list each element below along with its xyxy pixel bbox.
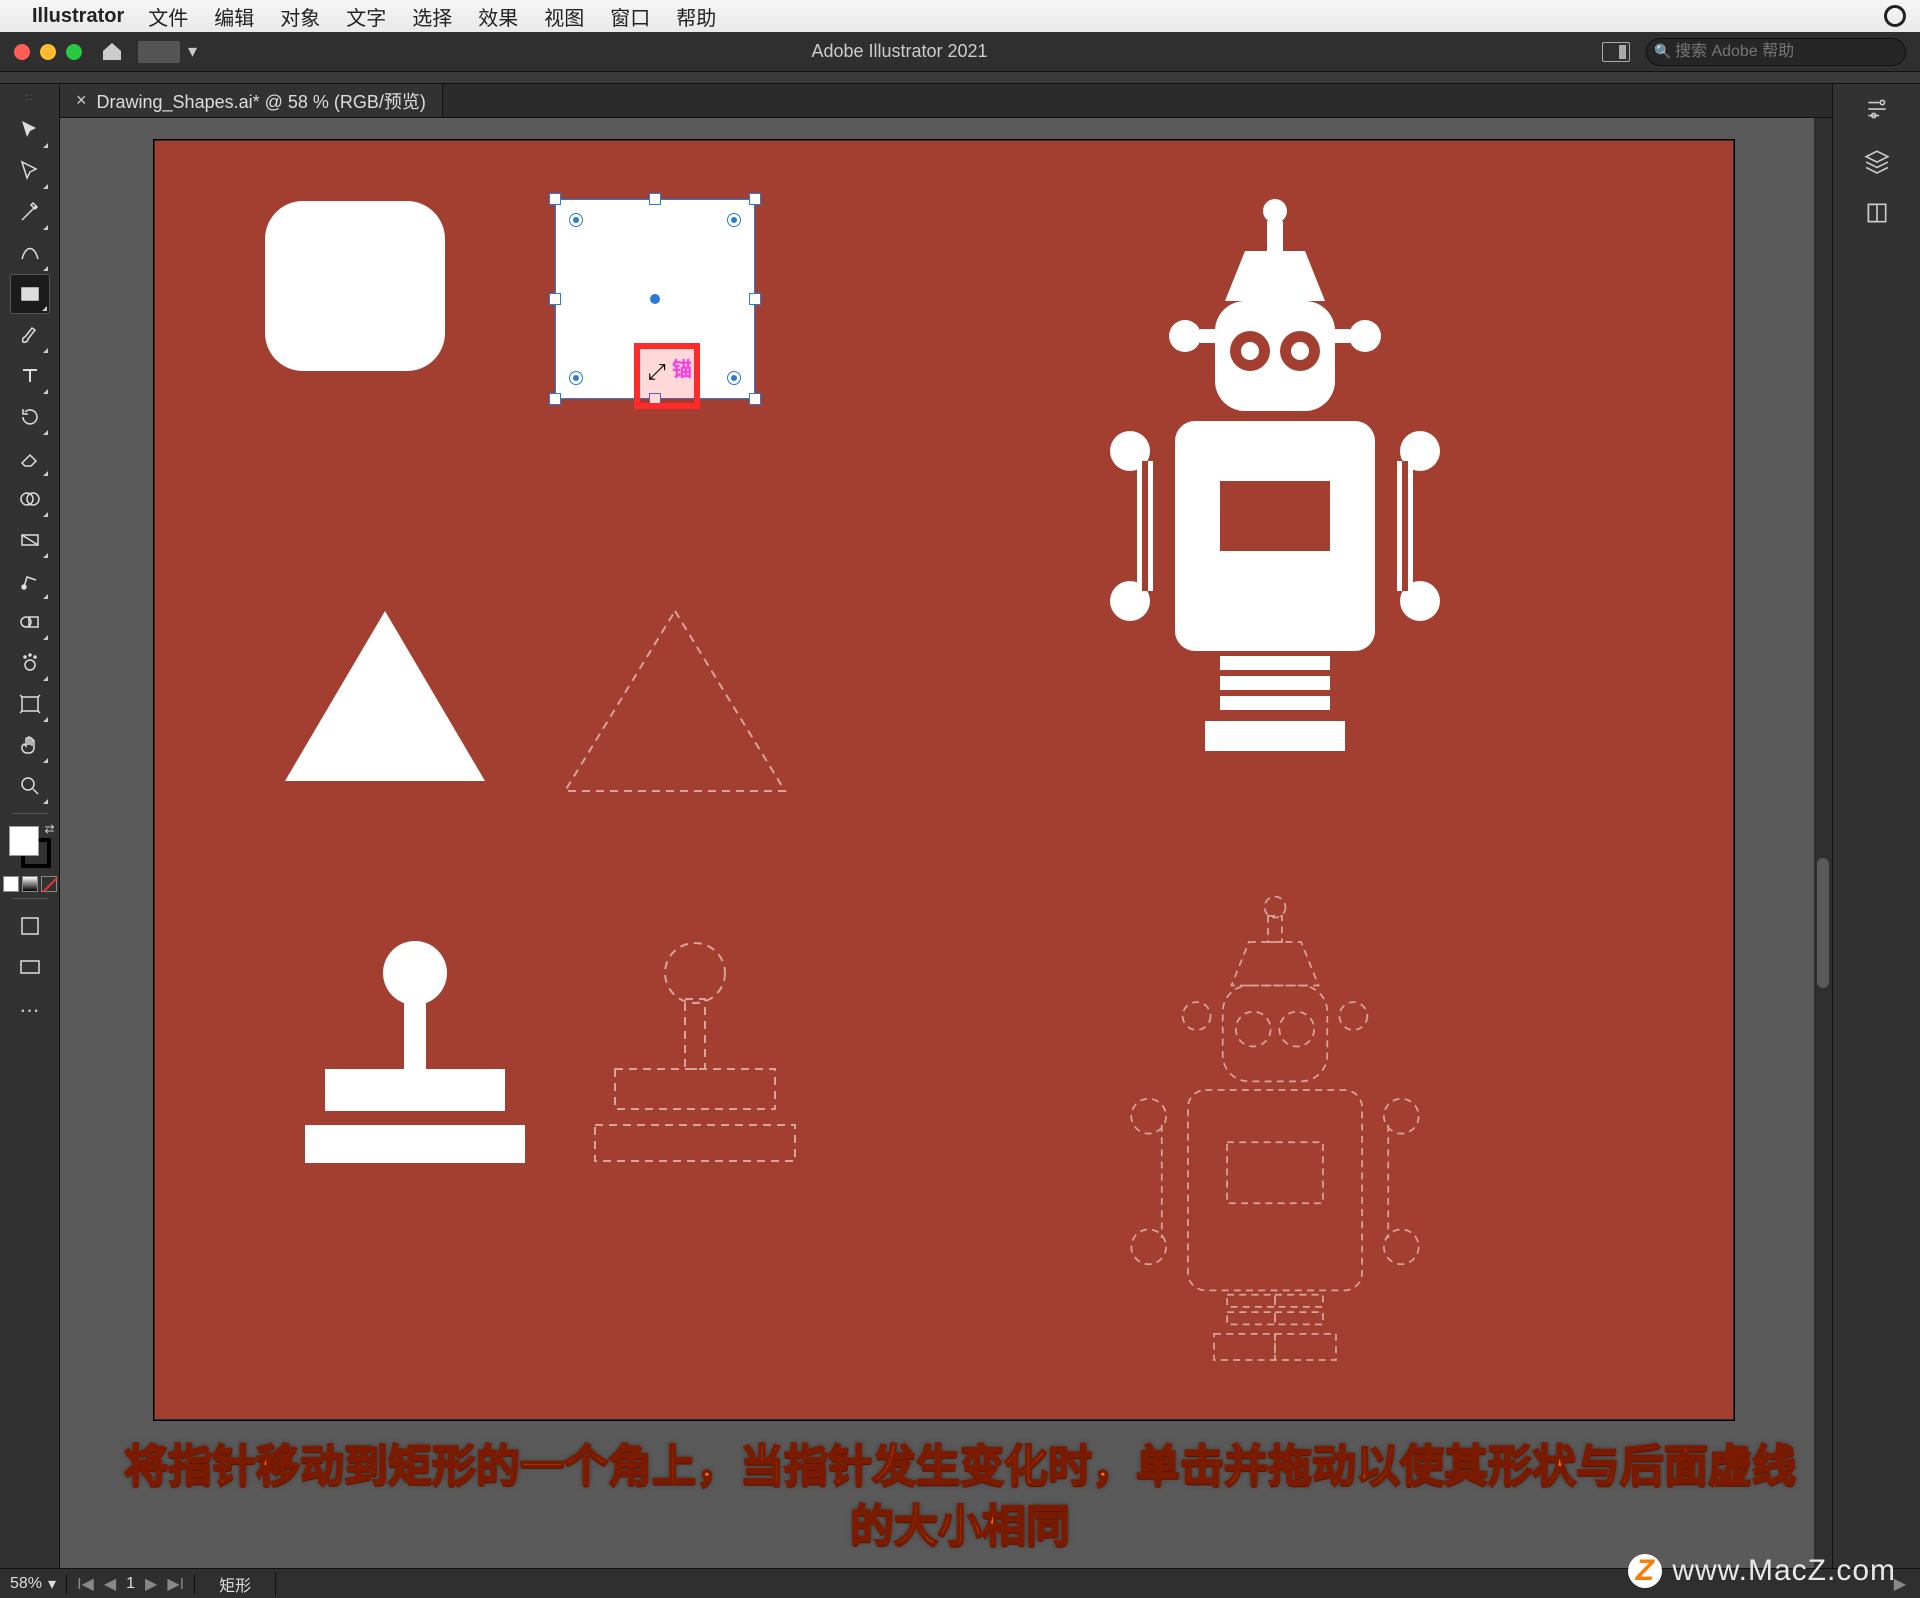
artboard-tool[interactable] [10, 684, 50, 724]
menu-file[interactable]: 文件 [148, 2, 188, 31]
gradient-tool[interactable] [10, 520, 50, 560]
rotate-tool[interactable] [10, 397, 50, 437]
shape-builder-tool[interactable] [10, 479, 50, 519]
artboard-nav: I◀ ◀ 1 ▶ ▶I [67, 1574, 195, 1594]
panel-grip-icon[interactable]: :: [26, 92, 34, 103]
document-tab[interactable]: × Drawing_Shapes.ai* @ 58 % (RGB/预览) [60, 84, 443, 117]
eraser-tool[interactable] [10, 438, 50, 478]
eyedropper-tool[interactable] [10, 561, 50, 601]
draw-mode-normal[interactable] [10, 906, 50, 946]
scrollbar-thumb[interactable] [1817, 858, 1829, 988]
paintbrush-tool[interactable] [10, 315, 50, 355]
app-title: Adobe Illustrator 2021 [197, 41, 1602, 62]
instruction-line1: 将指针移动到矩形的一个角上，当指针发生变化时，单击并拖动以使其形状与后面虚线 [124, 1442, 1796, 1491]
window-controls [14, 44, 82, 60]
menu-type[interactable]: 文字 [346, 2, 386, 31]
minimize-window-button[interactable] [40, 44, 56, 60]
prev-artboard-button[interactable]: ◀ [104, 1574, 116, 1594]
menu-help[interactable]: 帮助 [676, 2, 716, 31]
zoom-level[interactable]: 58% ▾ [0, 1574, 67, 1594]
properties-panel-icon[interactable] [1862, 94, 1892, 124]
document-tabbar: × Drawing_Shapes.ai* @ 58 % (RGB/预览) [60, 84, 1832, 118]
last-artboard-button[interactable]: ▶I [167, 1574, 184, 1594]
symbol-sprayer-tool[interactable] [10, 643, 50, 683]
vertical-scrollbar[interactable] [1814, 118, 1832, 1568]
watermark: Z www.MacZ.com [1628, 1554, 1896, 1588]
panel-toggle-icon[interactable] [1602, 42, 1630, 62]
callout-label: 锚 [672, 353, 692, 382]
color-mode-gradient[interactable] [22, 876, 38, 892]
tutorial-instruction: 将指针移动到矩形的一个角上，当指针发生变化时，单击并拖动以使其形状与后面虚线 的… [0, 1437, 1920, 1556]
canvas[interactable]: ⤢ 锚 [60, 118, 1832, 1568]
close-tab-icon[interactable]: × [76, 90, 87, 111]
menubar-status-icon[interactable] [1884, 5, 1906, 27]
help-search[interactable]: 🔍 [1646, 38, 1906, 66]
libraries-panel-icon[interactable] [1862, 198, 1892, 228]
direct-selection-tool[interactable] [10, 151, 50, 191]
blend-tool[interactable] [10, 602, 50, 642]
menu-object[interactable]: 对象 [280, 2, 320, 31]
menu-effect[interactable]: 效果 [478, 2, 518, 31]
tool-panel: :: ⇄ ⋯ [0, 84, 60, 1568]
watermark-logo-icon: Z [1628, 1554, 1662, 1588]
tool-separator [12, 813, 48, 814]
resize-cursor-icon: ⤢ [648, 359, 666, 385]
first-artboard-button[interactable]: I◀ [77, 1574, 94, 1594]
screen-mode-button[interactable] [10, 948, 50, 988]
search-icon: 🔍 [1654, 43, 1671, 60]
joystick-outline-shape[interactable] [575, 941, 815, 1176]
layers-panel-icon[interactable] [1862, 146, 1892, 176]
robot-shape[interactable] [1015, 181, 1535, 881]
pen-tool[interactable] [10, 192, 50, 232]
robot-outline-shape[interactable] [1015, 881, 1535, 1426]
tool-separator [12, 898, 48, 899]
instruction-line2: 的大小相同 [850, 1502, 1070, 1551]
triangle-shape[interactable] [285, 611, 485, 781]
fullscreen-window-button[interactable] [66, 44, 82, 60]
chevron-down-icon[interactable]: ▾ [48, 1574, 56, 1594]
type-tool[interactable] [10, 356, 50, 396]
color-mode-none[interactable] [41, 876, 57, 892]
control-bar [0, 72, 1920, 84]
menu-select[interactable]: 选择 [412, 2, 452, 31]
workspace-switcher[interactable] [138, 41, 180, 63]
zoom-tool[interactable] [10, 766, 50, 806]
menu-window[interactable]: 窗口 [610, 2, 650, 31]
joystick-shape[interactable] [305, 941, 525, 1163]
document-tab-label: Drawing_Shapes.ai* @ 58 % (RGB/预览) [97, 88, 426, 114]
menu-view[interactable]: 视图 [544, 2, 584, 31]
selection-tool[interactable] [10, 110, 50, 150]
menu-edit[interactable]: 编辑 [214, 2, 254, 31]
artboard-index[interactable]: 1 [126, 1575, 135, 1593]
edit-toolbar-button[interactable]: ⋯ [10, 990, 50, 1030]
zoom-value: 58% [10, 1575, 42, 1593]
curvature-tool[interactable] [10, 233, 50, 273]
close-window-button[interactable] [14, 44, 30, 60]
swap-fill-stroke-icon[interactable]: ⇄ [44, 822, 54, 836]
home-button[interactable] [100, 40, 124, 64]
fill-stroke-swatches[interactable]: ⇄ [9, 826, 51, 868]
hand-tool[interactable] [10, 725, 50, 765]
next-artboard-button[interactable]: ▶ [145, 1574, 157, 1594]
right-panel-dock [1832, 84, 1920, 1568]
current-tool-label: 矩形 [195, 1572, 276, 1596]
mac-menubar: Illustrator 文件 编辑 对象 文字 选择 效果 视图 窗口 帮助 [0, 0, 1920, 32]
rounded-rect-shape[interactable] [265, 201, 445, 371]
artboard[interactable] [154, 140, 1734, 1420]
help-search-input[interactable] [1646, 38, 1906, 66]
chevron-down-icon[interactable]: ▾ [188, 41, 197, 62]
color-mode-solid[interactable] [3, 876, 19, 892]
fill-swatch[interactable] [9, 826, 39, 856]
tutorial-callout: ⤢ 锚 [634, 343, 700, 409]
app-menu[interactable]: Illustrator [32, 5, 124, 28]
rectangle-tool[interactable] [10, 274, 50, 314]
watermark-text: www.MacZ.com [1672, 1554, 1896, 1588]
app-titlebar: ▾ Adobe Illustrator 2021 🔍 [0, 32, 1920, 72]
